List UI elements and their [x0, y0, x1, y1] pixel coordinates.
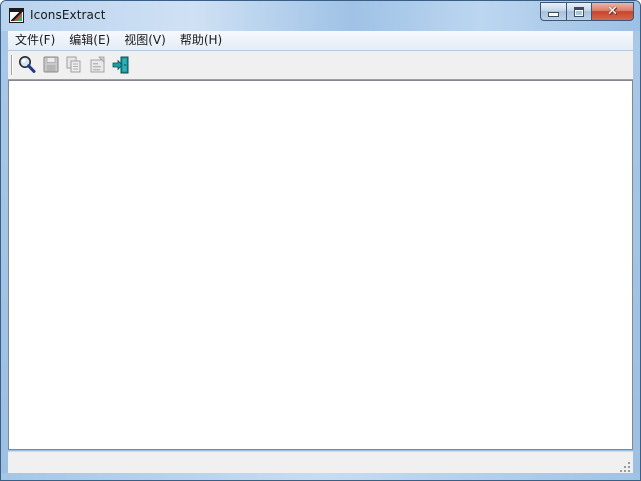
caption-buttons: ✕ [540, 2, 634, 21]
close-icon: ✕ [607, 4, 618, 19]
menu-bar: 文件(F) 编辑(E) 视图(V) 帮助(H) [8, 31, 633, 51]
exit-button[interactable] [110, 54, 132, 76]
exit-icon [112, 56, 129, 74]
status-bar [8, 451, 633, 475]
resize-grip-icon[interactable] [619, 461, 631, 473]
save-icon [43, 56, 59, 73]
minimize-button[interactable] [540, 2, 566, 21]
toolbar-grip[interactable] [11, 55, 13, 75]
app-icon[interactable] [9, 8, 24, 23]
menu-edit[interactable]: 编辑(E) [62, 31, 117, 50]
properties-button[interactable] [87, 54, 109, 76]
menu-file[interactable]: 文件(F) [8, 31, 62, 50]
copy-icon [66, 56, 81, 73]
minimize-icon [548, 12, 559, 17]
toolbar [8, 51, 633, 80]
maximize-icon [574, 6, 584, 17]
copy-button[interactable] [63, 54, 85, 76]
app-window: IconsExtract ✕ 文件(F) 编辑(E) 视图(V) 帮助(H) [0, 0, 641, 481]
close-button[interactable]: ✕ [591, 2, 634, 21]
window-bottom-border[interactable] [1, 473, 640, 480]
search-icon [19, 56, 36, 73]
find-button[interactable] [16, 54, 38, 76]
maximize-button[interactable] [566, 2, 591, 21]
icon-list-area[interactable] [8, 80, 633, 450]
menu-help[interactable]: 帮助(H) [173, 31, 229, 50]
menu-view[interactable]: 视图(V) [117, 31, 173, 50]
title-bar[interactable]: IconsExtract ✕ [1, 1, 640, 31]
window-title: IconsExtract [30, 8, 106, 22]
save-button[interactable] [40, 54, 62, 76]
properties-icon [90, 56, 105, 73]
